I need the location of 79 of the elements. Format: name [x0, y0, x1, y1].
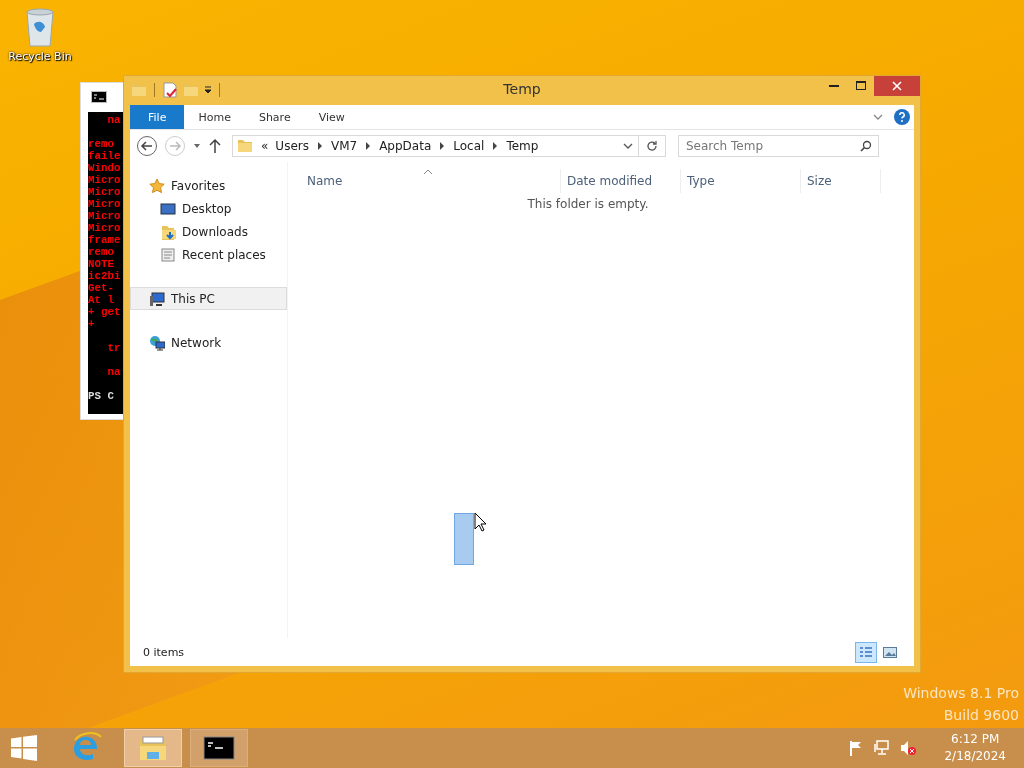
nav-item[interactable]: Favorites [130, 174, 287, 197]
column-header[interactable]: Type [681, 169, 801, 193]
nav-item[interactable]: Downloads [130, 220, 287, 243]
nav-item[interactable]: Desktop [130, 197, 287, 220]
console-text: na [106, 114, 121, 126]
nav-item[interactable]: This PC [130, 287, 287, 310]
help-icon[interactable] [894, 109, 910, 125]
refresh-button[interactable] [639, 135, 666, 157]
star-icon [149, 177, 165, 194]
os-version-text: Build 9600 [942, 706, 1019, 725]
console-text: At l [88, 294, 114, 306]
speaker-muted-icon[interactable] [900, 740, 917, 756]
icon-label: Recycle Bin [8, 50, 72, 63]
downloads-icon [160, 223, 176, 240]
back-icon[interactable] [136, 135, 158, 157]
ribbon-tab[interactable]: Home [184, 105, 245, 129]
details-view-button[interactable] [855, 641, 877, 663]
chevron-icon[interactable] [364, 141, 373, 151]
console-text: remo [88, 137, 114, 150]
trash-bin-icon [23, 6, 57, 48]
console-text: Micro [88, 198, 121, 210]
list-icon [858, 644, 874, 660]
console-text: tr [106, 341, 121, 354]
console-text: Micro [88, 210, 121, 222]
breadcrumb-item[interactable]: Local [453, 139, 485, 153]
console-text: Micro [88, 222, 121, 234]
ribbon-tab[interactable]: View [304, 105, 359, 129]
empty-folder-message: This folder is empty. [526, 197, 650, 211]
console-text: na [106, 365, 121, 378]
console-text: Windo [88, 162, 121, 174]
close-icon [892, 81, 902, 91]
refresh-icon [646, 140, 658, 152]
console-text: Get- [88, 282, 114, 294]
file-menu-tab[interactable]: File [130, 105, 185, 129]
chevron-icon[interactable] [438, 141, 447, 151]
taskbar-button[interactable] [190, 729, 248, 767]
selection-rectangle [454, 513, 474, 565]
picture-icon [882, 644, 898, 660]
console-text: + [88, 318, 95, 330]
console-text: remo [88, 246, 114, 258]
up-arrow-icon[interactable] [208, 138, 222, 154]
nav-item[interactable]: Recent places [130, 243, 287, 266]
chevron-icon[interactable] [491, 141, 500, 151]
windows-logo-icon [11, 735, 37, 761]
search-icon[interactable] [860, 140, 872, 152]
minimize-icon [828, 85, 839, 87]
computer-icon [149, 290, 165, 307]
desktop-icon [160, 200, 176, 217]
os-version-text: Windows 8.1 Pro [903, 684, 1019, 703]
console-text: frame [88, 234, 121, 246]
address-bar[interactable]: « Users VM7 AppData Local Temp [232, 135, 639, 157]
console-text: Micro [88, 174, 121, 186]
breadcrumb-item[interactable]: Users [275, 139, 309, 153]
breadcrumb-item[interactable]: AppData [379, 139, 432, 153]
mouse-cursor-icon [474, 512, 487, 532]
chevron-icon[interactable] [315, 141, 324, 151]
column-header[interactable]: Name [288, 169, 561, 193]
breadcrumb-item[interactable]: VM7 [330, 139, 358, 153]
item-count: 0 items [143, 645, 185, 659]
column-header[interactable]: Date modified [561, 169, 681, 193]
search-field[interactable]: Search Temp [678, 135, 879, 157]
console-text: NOTE [88, 258, 114, 270]
window-title: Temp [502, 81, 542, 97]
nav-item[interactable]: Network [130, 331, 287, 354]
console-text: ic2bi [88, 270, 121, 282]
recent-places-icon [160, 246, 176, 263]
ribbon-tab[interactable]: Share [244, 105, 305, 129]
console-text: faile [88, 150, 121, 162]
console-text: PS C [88, 389, 114, 402]
breadcrumb-item[interactable]: Temp [506, 139, 539, 153]
properties-icon[interactable] [161, 80, 179, 99]
folder-icon [236, 137, 254, 155]
console-text: Micro [88, 186, 121, 198]
breadcrumb-overflow[interactable]: « [261, 139, 269, 153]
maximize-icon [855, 81, 866, 91]
console-icon [91, 91, 107, 103]
column-header[interactable]: Size [801, 169, 881, 193]
console-text: + get [88, 306, 121, 318]
network-icon [149, 334, 165, 351]
